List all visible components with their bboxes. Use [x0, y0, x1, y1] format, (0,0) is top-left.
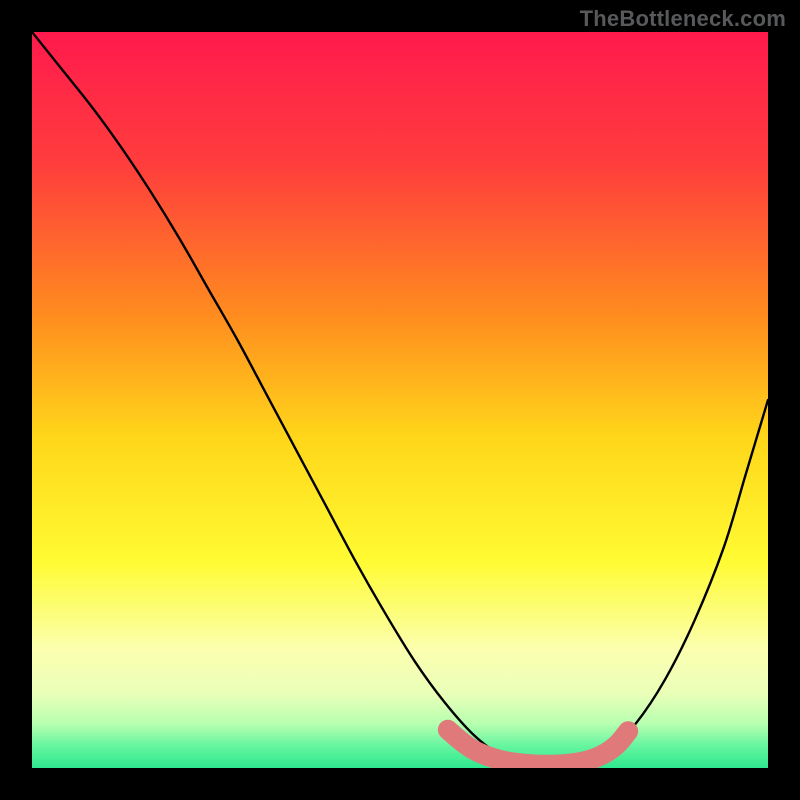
- watermark-text: TheBottleneck.com: [580, 6, 786, 32]
- chart-background: [32, 32, 768, 768]
- chart-plot-area: [32, 32, 768, 768]
- overlay-sweet-spot-dot: [454, 733, 472, 751]
- chart-frame: TheBottleneck.com: [0, 0, 800, 800]
- overlay-sweet-spot-dot: [439, 721, 457, 739]
- chart-svg: [32, 32, 768, 768]
- overlay-sweet-spot-dot: [468, 743, 486, 761]
